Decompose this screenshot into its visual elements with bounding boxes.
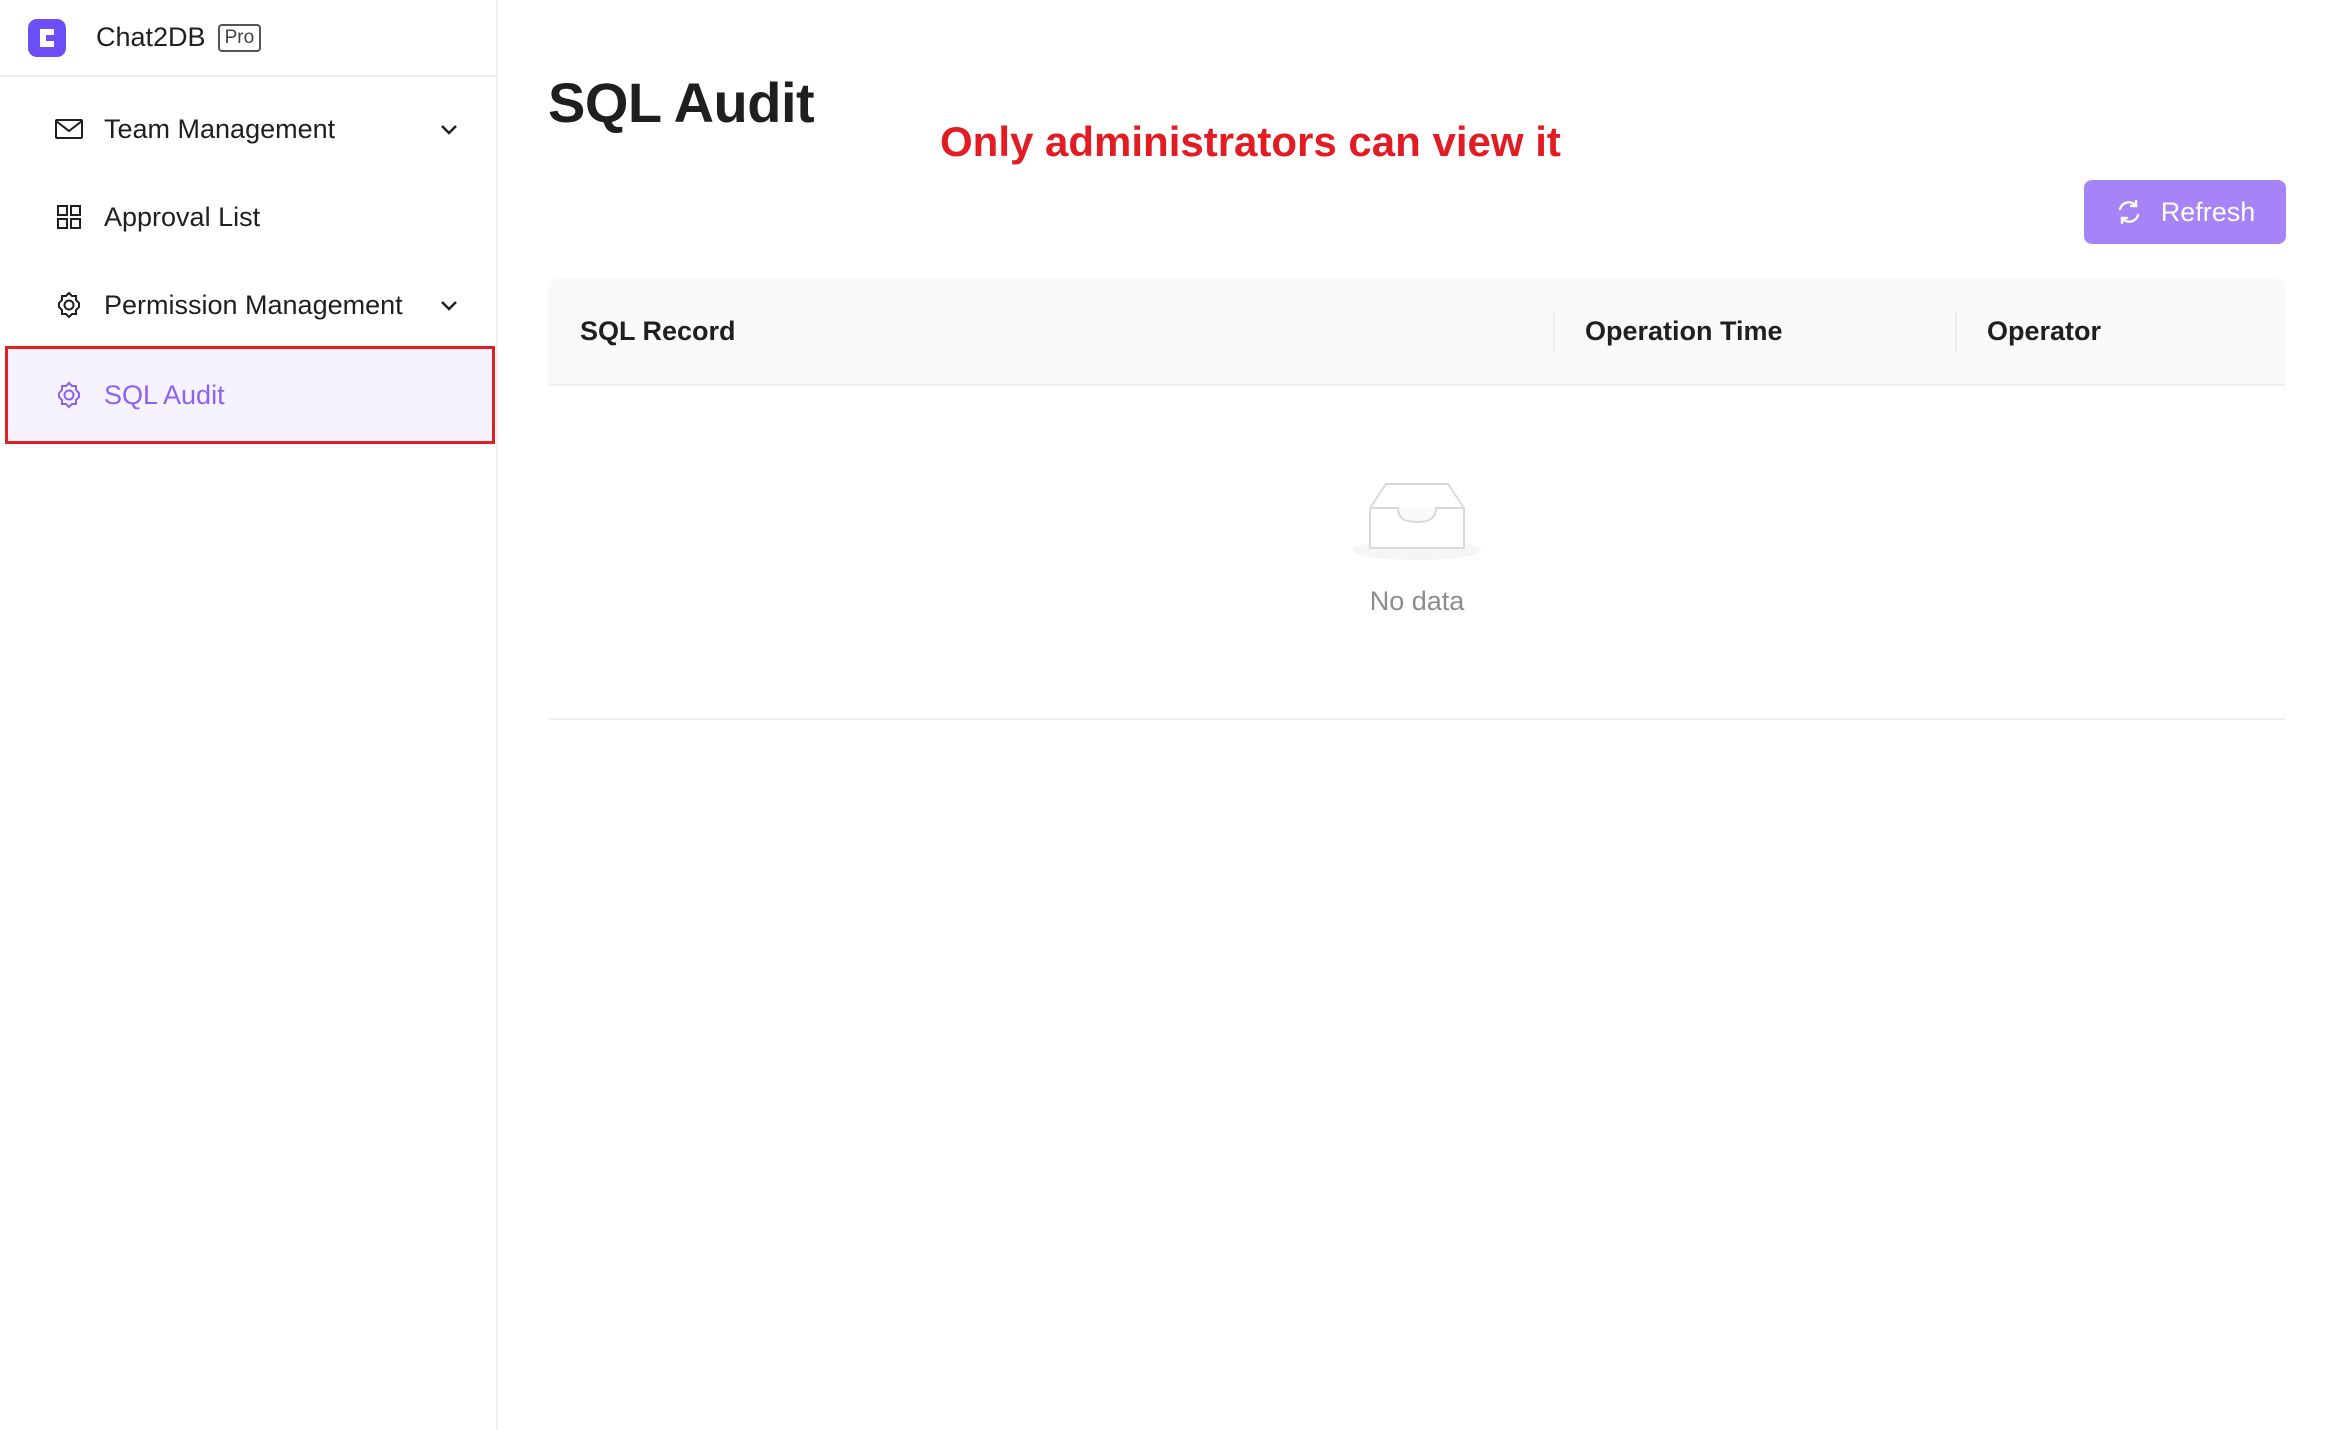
sidebar-item-permission-management[interactable]: Permission Management: [0, 261, 496, 349]
sidebar-item-label: SQL Audit: [104, 379, 225, 410]
table-body: No data: [548, 386, 2286, 720]
empty-state: No data: [548, 478, 2286, 617]
sidebar-item-label: Approval List: [104, 201, 261, 232]
mail-icon: [55, 119, 83, 139]
sidebar-item-team-management[interactable]: Team Management: [0, 85, 496, 173]
column-header-sql-record: SQL Record: [580, 315, 736, 346]
main-content: SQL Audit Only administrators can view i…: [500, 0, 2330, 1430]
page-title: SQL Audit: [548, 71, 815, 134]
chevron-down-icon[interactable]: [438, 294, 460, 316]
brand-header[interactable]: Chat2DB Pro: [0, 0, 496, 77]
admin-only-annotation: Only administrators can view it: [940, 118, 1561, 165]
sidebar-item-approval-list[interactable]: Approval List: [0, 173, 496, 261]
sidebar-item-label: Team Management: [104, 113, 336, 144]
pro-badge: Pro: [217, 23, 262, 52]
sidebar-nav: Team Management Approval List Permission…: [0, 77, 496, 444]
refresh-button-label: Refresh: [2160, 196, 2256, 227]
refresh-button[interactable]: Refresh: [2084, 180, 2286, 244]
sidebar: Chat2DB Pro Team Management Approval Lis…: [0, 0, 498, 1430]
grid-icon: [57, 205, 81, 229]
empty-inbox-icon: [1353, 483, 1481, 560]
sidebar-item-sql-audit[interactable]: SQL Audit: [5, 346, 495, 444]
empty-state-text: No data: [1369, 586, 1465, 616]
column-header-operator: Operator: [1955, 278, 2286, 384]
chat2db-logo-icon: [28, 18, 66, 57]
brand-name: Chat2DB: [96, 22, 206, 52]
table-header: SQL Record Operation Time Operator: [548, 278, 2286, 386]
gear-icon: [58, 381, 80, 409]
column-header-operation-time: Operation Time: [1553, 278, 1955, 384]
sidebar-item-label: Permission Management: [104, 289, 403, 320]
sql-audit-table: SQL Record Operation Time Operator No da…: [548, 278, 2286, 720]
refresh-icon: [2118, 199, 2139, 225]
app-window: Chat2DB Pro Team Management Approval Lis…: [0, 0, 2330, 1430]
gear-icon: [58, 291, 80, 319]
chevron-down-icon[interactable]: [438, 118, 460, 140]
